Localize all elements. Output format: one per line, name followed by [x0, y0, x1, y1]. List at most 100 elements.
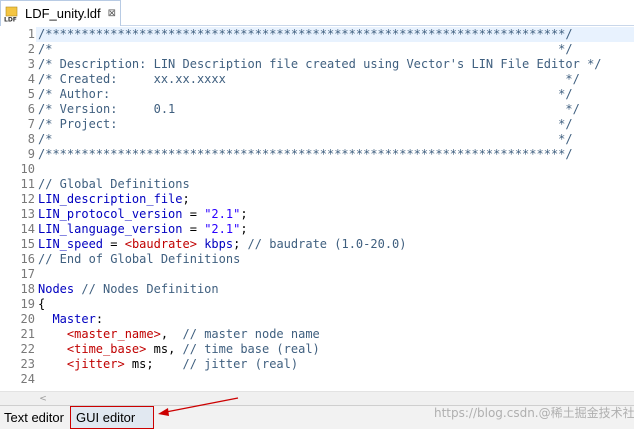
- code-line[interactable]: // End of Global Definitions: [38, 252, 240, 267]
- line-number: 12: [20, 192, 35, 206]
- code-token-key: LIN_language_version: [38, 222, 183, 236]
- line-number: 16: [20, 252, 35, 266]
- code-line[interactable]: <master_name>, // master node name: [38, 327, 320, 342]
- line-number: 23: [20, 357, 35, 371]
- file-tab-label: LDF_unity.ldf: [25, 6, 101, 21]
- code-token-text: ,: [160, 327, 183, 341]
- code-token-str: "2.1": [204, 222, 241, 236]
- code-line[interactable]: // Global Definitions: [38, 177, 190, 192]
- code-token-param: <baudrate>: [124, 237, 197, 251]
- code-line[interactable]: LIN_speed = <baudrate> kbps; // baudrate…: [38, 237, 407, 252]
- line-number: 4: [27, 72, 35, 86]
- code-token-comment: /***************************************…: [38, 27, 573, 41]
- code-token-text: ;: [233, 237, 248, 251]
- line-number: 2: [27, 42, 35, 56]
- code-token-comment: /* */: [38, 132, 573, 146]
- close-tab-icon[interactable]: ⊠: [108, 8, 116, 19]
- code-token-text: {: [38, 297, 46, 311]
- code-token-key: LIN_description_file: [38, 192, 183, 206]
- code-line[interactable]: /***************************************…: [38, 147, 573, 162]
- line-number: 3: [27, 57, 35, 71]
- code-token-comment: /* Created: xx.xx.xxxx */: [38, 72, 580, 86]
- code-line[interactable]: LIN_protocol_version = "2.1";: [38, 207, 248, 222]
- scroll-left-arrow-icon[interactable]: <: [36, 393, 50, 405]
- watermark-text: https://blog.csdn.@稀土掘金技术社区: [434, 406, 634, 420]
- code-line[interactable]: /* Version: 0.1 */: [38, 102, 580, 117]
- code-token-comment: /* Version: 0.1 */: [38, 102, 580, 116]
- line-number: 18: [20, 282, 35, 296]
- line-number: 17: [20, 267, 35, 281]
- code-token-comment: /* */: [38, 42, 573, 56]
- code-token-param: <master_name>: [66, 327, 161, 341]
- code-line[interactable]: Master:: [38, 312, 103, 327]
- tab-gui-editor[interactable]: GUI editor: [70, 406, 154, 429]
- line-number: 7: [27, 117, 35, 131]
- code-token-key: LIN_protocol_version: [38, 207, 183, 221]
- editor-tab-strip: LDF LDF_unity.ldf ⊠: [0, 0, 634, 26]
- code-line[interactable]: /* Description: LIN Description file cre…: [38, 57, 602, 72]
- code-line[interactable]: /***************************************…: [38, 27, 573, 42]
- code-token-comment: /***************************************…: [38, 147, 573, 161]
- code-line[interactable]: {: [38, 297, 45, 312]
- line-number: 21: [20, 327, 35, 341]
- code-token-comment: /* Author: */: [38, 87, 573, 101]
- code-line[interactable]: /* */: [38, 132, 573, 147]
- svg-text:LDF: LDF: [4, 16, 17, 22]
- code-line[interactable]: /* Created: xx.xx.xxxx */: [38, 72, 580, 87]
- code-token-comment: // jitter (real): [182, 357, 299, 371]
- code-token-text: ms;: [124, 357, 183, 371]
- line-number: 14: [20, 222, 35, 236]
- code-token-comment: // Global Definitions: [38, 177, 190, 191]
- code-token-comment: // baudrate (1.0-20.0): [247, 237, 407, 251]
- code-token-text: ;: [240, 207, 248, 221]
- line-number: 9: [27, 147, 35, 161]
- code-token-text: =: [103, 237, 125, 251]
- code-token-comment: // End of Global Definitions: [38, 252, 241, 266]
- line-number: 13: [20, 207, 35, 221]
- code-token-comment: /* Project: */: [38, 117, 573, 131]
- code-token-key: Master: [52, 312, 96, 326]
- code-line[interactable]: LIN_language_version = "2.1";: [38, 222, 248, 237]
- code-line[interactable]: <time_base> ms, // time base (real): [38, 342, 320, 357]
- line-number: 22: [20, 342, 35, 356]
- code-line[interactable]: LIN_description_file;: [38, 192, 190, 207]
- line-number: 10: [20, 162, 35, 176]
- line-number: 11: [20, 177, 35, 191]
- tab-text-editor[interactable]: Text editor: [4, 406, 64, 429]
- code-token-comment: /* Description: LIN Description file cre…: [38, 57, 602, 71]
- line-number-gutter: 1 2 3 4 5 6 7 8 9 10 11 12 13 14 15 16 17 18 19 20 21 22 23 24: [0, 26, 36, 391]
- line-number: 20: [20, 312, 35, 326]
- code-token-key: Nodes: [38, 282, 75, 296]
- line-number: 15: [20, 237, 35, 251]
- line-number: 1: [27, 27, 35, 41]
- code-token-param: <time_base>: [66, 342, 147, 356]
- code-line[interactable]: <jitter> ms; // jitter (real): [38, 357, 298, 372]
- code-token-str: "2.1": [204, 207, 241, 221]
- code-editor[interactable]: 1 2 3 4 5 6 7 8 9 10 11 12 13 14 15 16 17 18 19 20 21 22 23 24 …: [0, 26, 634, 391]
- code-token-text: :: [95, 312, 104, 326]
- code-line[interactable]: /* Author: */: [38, 87, 573, 102]
- code-token-comment: // time base (real): [182, 342, 320, 356]
- horizontal-scrollbar[interactable]: <: [0, 391, 634, 405]
- line-number: 8: [27, 132, 35, 146]
- code-token-text: =: [182, 222, 205, 236]
- code-token-key: kbps: [196, 237, 234, 251]
- file-tab[interactable]: LDF LDF_unity.ldf ⊠: [0, 0, 121, 26]
- line-number: 6: [27, 102, 35, 116]
- line-number: 24: [20, 372, 35, 386]
- code-token-comment: // Nodes Definition: [81, 282, 219, 296]
- code-token-text: =: [182, 207, 205, 221]
- line-number: 5: [27, 87, 35, 101]
- code-line[interactable]: /* */: [38, 42, 573, 57]
- line-number: 19: [20, 297, 35, 311]
- code-token-param: <jitter>: [66, 357, 125, 371]
- code-token-key: LIN_speed: [38, 237, 104, 251]
- code-line[interactable]: Nodes // Nodes Definition: [38, 282, 219, 297]
- code-token-comment: // master node name: [182, 327, 320, 341]
- code-line[interactable]: /* Project: */: [38, 117, 573, 132]
- code-token-text: ms,: [146, 342, 183, 356]
